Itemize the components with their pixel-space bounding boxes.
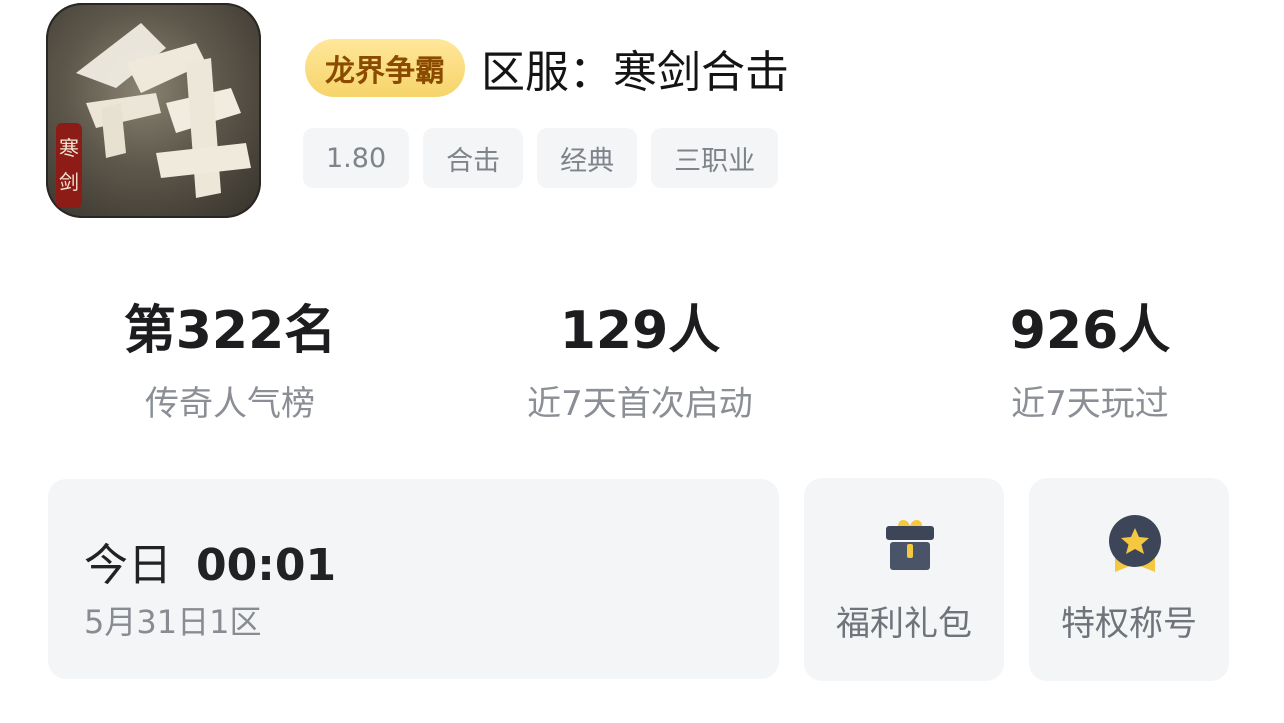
gift-pack-button[interactable]: 福利礼包: [804, 478, 1004, 681]
svg-text:寒: 寒: [59, 136, 79, 160]
tag-version: 1.80: [303, 128, 410, 188]
open-time-detail: 5月31日1区: [84, 603, 262, 641]
gift-pack-label: 福利礼包: [836, 604, 972, 644]
game-logo-icon[interactable]: 寒 剑: [46, 3, 261, 218]
stat-label: 传奇人气榜: [145, 384, 315, 424]
stat-value: 926人: [1009, 301, 1171, 361]
stat-recent-players: 926人 近7天玩过: [910, 296, 1270, 425]
server-badge[interactable]: 龙界争霸: [305, 39, 465, 97]
tag-three-class: 三职业: [651, 128, 779, 188]
medal-star-icon: [1105, 514, 1165, 574]
gift-icon: [880, 514, 940, 574]
stat-label: 近7天玩过: [1011, 384, 1169, 424]
title-row: 龙界争霸 区服：寒剑合击: [305, 38, 789, 98]
stat-new-players: 129人 近7天首次启动: [460, 296, 820, 425]
stat-popularity-rank[interactable]: 第322名 传奇人气榜: [50, 296, 410, 425]
open-time-main: 今日 00:01: [84, 529, 336, 593]
stat-value: 129人: [559, 301, 721, 361]
open-time: 00:01: [196, 540, 337, 591]
open-time-card[interactable]: 今日 00:01 5月31日1区: [48, 479, 779, 679]
tag-list: 1.80 合击 经典 三职业: [303, 128, 792, 188]
server-title: 区服：寒剑合击: [481, 47, 789, 98]
stat-value: 第322名: [123, 301, 337, 361]
stat-label: 近7天首次启动: [527, 384, 753, 424]
tag-classic: 经典: [537, 128, 638, 188]
svg-text:剑: 剑: [59, 170, 79, 194]
privilege-title-button[interactable]: 特权称号: [1029, 478, 1229, 681]
tag-combo: 合击: [423, 128, 524, 188]
privilege-title-label: 特权称号: [1061, 604, 1197, 644]
open-day: 今日: [84, 540, 172, 591]
